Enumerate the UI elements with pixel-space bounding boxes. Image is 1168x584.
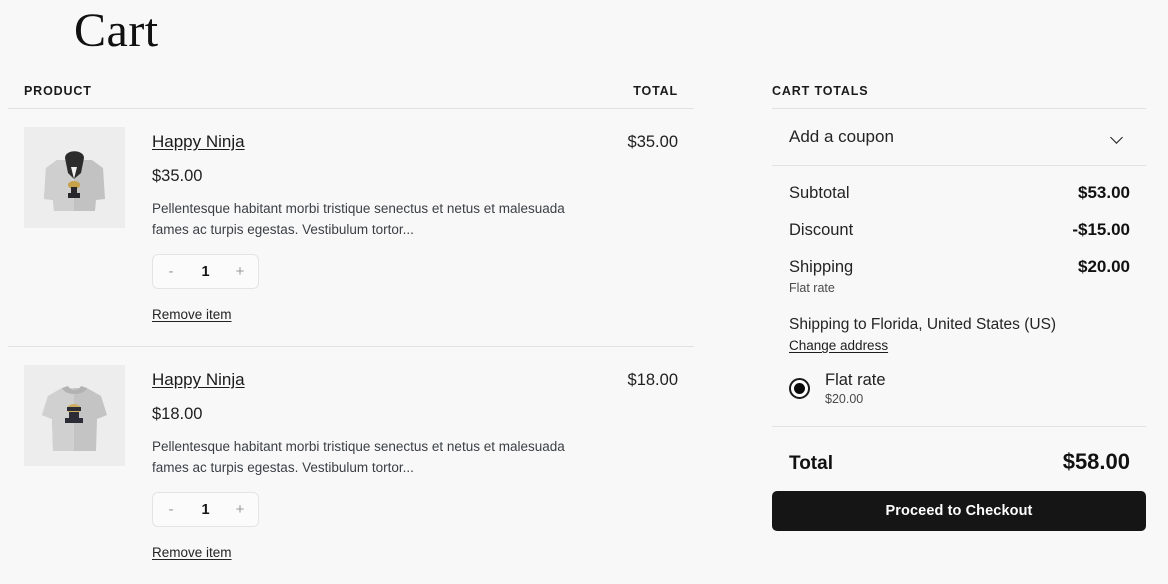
quantity-increment-button[interactable]: + [234, 264, 246, 279]
shipping-method-option-flat-rate[interactable]: Flat rate $20.00 [772, 371, 1146, 406]
subtotal-row: Subtotal $53.00 [772, 183, 1146, 203]
subtotal-value: $53.00 [1078, 183, 1130, 202]
product-column-header: PRODUCT [24, 84, 92, 98]
product-unit-price: $18.00 [152, 405, 203, 423]
page-title: Cart [74, 4, 159, 57]
cart-item-details: Happy Ninja $18.00 Pellentesque habitant… [125, 365, 608, 562]
discount-row: Discount -$15.00 [772, 220, 1146, 240]
grand-total-row: Total $58.00 [772, 427, 1146, 475]
product-thumbnail-hoodie[interactable] [24, 127, 125, 228]
product-line-total: $18.00 [627, 371, 678, 389]
add-coupon-label: Add a coupon [789, 127, 894, 146]
grand-total-value: $58.00 [1062, 449, 1130, 474]
cart-totals-column: CART TOTALS Add a coupon Subtotal $53.00… [772, 84, 1146, 531]
shipping-destination: Shipping to Florida, United States (US) [789, 316, 1057, 333]
remove-item-link[interactable]: Remove item [152, 306, 232, 324]
shipping-method-note: Flat rate [789, 281, 835, 295]
quantity-decrement-button[interactable]: - [165, 264, 177, 279]
quantity-value[interactable]: 1 [201, 502, 209, 518]
change-address-link[interactable]: Change address [789, 338, 888, 353]
cart-items-column: PRODUCT TOTAL Happy Ninja $35.00 Pellent… [8, 84, 694, 584]
discount-label: Discount [789, 221, 854, 239]
shipping-value: $20.00 [1078, 257, 1130, 276]
chevron-down-icon [1111, 133, 1124, 141]
shipping-row: Shipping $20.00 [772, 257, 1146, 277]
product-description: Pellentesque habitant morbi tristique se… [152, 439, 565, 475]
cart-totals-header: CART TOTALS [772, 84, 1146, 109]
shipping-option-text: Flat rate $20.00 [810, 371, 886, 406]
product-unit-price: $35.00 [152, 167, 203, 185]
cart-totals-heading: CART TOTALS [772, 84, 869, 98]
cart-table-header: PRODUCT TOTAL [8, 84, 694, 109]
shipping-label: Shipping [789, 258, 854, 276]
quantity-value[interactable]: 1 [201, 264, 209, 280]
add-coupon-toggle[interactable]: Add a coupon [772, 109, 1146, 166]
product-line-total: $35.00 [627, 133, 678, 151]
cart-item-details: Happy Ninja $35.00 Pellentesque habitant… [125, 127, 608, 324]
cart-item-row: Happy Ninja $18.00 Pellentesque habitant… [8, 347, 694, 584]
product-name-link[interactable]: Happy Ninja [152, 131, 245, 153]
product-description: Pellentesque habitant morbi tristique se… [152, 201, 565, 237]
remove-item-link[interactable]: Remove item [152, 544, 232, 562]
product-name-link[interactable]: Happy Ninja [152, 369, 245, 391]
radio-selected-icon[interactable] [789, 378, 810, 399]
grand-total-label: Total [789, 453, 833, 474]
quantity-stepper[interactable]: - 1 + [152, 254, 259, 289]
product-thumbnail-tshirt[interactable] [24, 365, 125, 466]
cart-totals-body: Subtotal $53.00 Discount -$15.00 Shippin… [772, 166, 1146, 531]
total-column-header: TOTAL [633, 84, 678, 98]
shipping-option-name: Flat rate [825, 371, 886, 389]
quantity-decrement-button[interactable]: - [165, 502, 177, 517]
shipping-option-price: $20.00 [825, 392, 864, 406]
quantity-stepper[interactable]: - 1 + [152, 492, 259, 527]
subtotal-label: Subtotal [789, 184, 850, 202]
proceed-to-checkout-button[interactable]: Proceed to Checkout [772, 491, 1146, 531]
quantity-increment-button[interactable]: + [234, 502, 246, 517]
cart-columns: PRODUCT TOTAL Happy Ninja $35.00 Pellent… [0, 84, 1168, 582]
cart-item-row: Happy Ninja $35.00 Pellentesque habitant… [8, 109, 694, 347]
discount-value: -$15.00 [1072, 220, 1130, 239]
